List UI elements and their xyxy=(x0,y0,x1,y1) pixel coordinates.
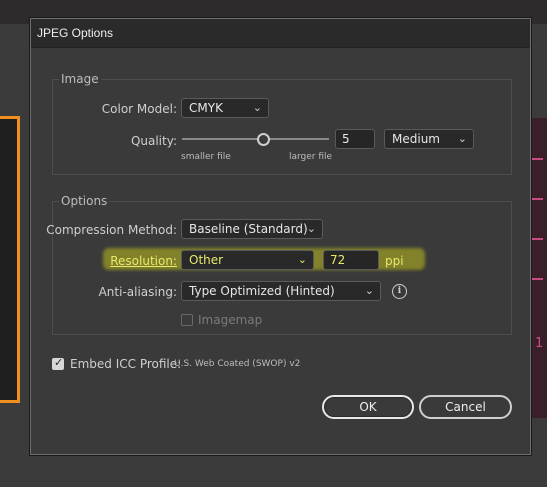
larger-file-label: larger file xyxy=(289,152,333,162)
background-artboard-left xyxy=(0,116,20,403)
embed-icc-label: Embed ICC Profile: xyxy=(70,357,182,371)
background-number: 1 xyxy=(535,336,544,351)
anti-aliasing-label: Anti-aliasing: xyxy=(98,285,177,299)
resolution-value: Other xyxy=(189,253,224,267)
color-model-value: CMYK xyxy=(189,101,223,115)
background-decoration xyxy=(529,278,543,280)
resolution-select[interactable]: Other ⌄ xyxy=(181,250,314,270)
cancel-button[interactable]: Cancel xyxy=(419,395,512,419)
chevron-down-icon: ⌄ xyxy=(252,101,262,114)
resolution-label: Resolution: xyxy=(110,254,177,268)
background-decoration xyxy=(529,198,543,200)
imagemap-checkbox[interactable] xyxy=(181,314,193,326)
chevron-down-icon: ⌄ xyxy=(457,132,467,145)
quality-slider-track[interactable] xyxy=(182,138,329,140)
background-decoration xyxy=(529,158,543,160)
color-model-select[interactable]: CMYK ⌄ xyxy=(181,98,269,118)
imagemap-label: Imagemap xyxy=(198,313,263,327)
quality-label: Quality: xyxy=(91,134,177,148)
background-decoration xyxy=(529,238,543,240)
quality-preset-value: Medium xyxy=(392,132,440,146)
smaller-file-label: smaller file xyxy=(181,152,231,162)
quality-label-text: Quality: xyxy=(130,134,177,148)
jpeg-options-dialog: JPEG Options Image Color Model: CMYK ⌄ Q… xyxy=(30,18,531,455)
image-group xyxy=(52,79,512,175)
ok-button[interactable]: OK xyxy=(322,395,414,419)
dialog-titlebar[interactable]: JPEG Options xyxy=(31,19,530,48)
color-model-label: Color Model: xyxy=(91,102,177,116)
compression-method-value: Baseline (Standard) xyxy=(189,222,308,236)
icc-profile-name: U.S. Web Coated (SWOP) v2 xyxy=(174,359,301,369)
options-group-label: Options xyxy=(59,194,110,208)
compression-method-select[interactable]: Baseline (Standard) ⌄ xyxy=(181,219,323,239)
image-group-label: Image xyxy=(59,72,101,86)
embed-icc-checkbox[interactable] xyxy=(52,356,64,370)
color-model-label-text: Color Model: xyxy=(101,102,177,116)
chevron-down-icon: ⌄ xyxy=(364,284,374,297)
compression-method-label: Compression Method: xyxy=(46,223,177,237)
quality-slider-thumb[interactable] xyxy=(256,133,270,146)
chevron-down-icon: ⌄ xyxy=(297,253,307,266)
ppi-unit-label: ppi xyxy=(385,254,404,268)
dialog-title: JPEG Options xyxy=(37,26,114,40)
resolution-ppi-input[interactable]: 72 xyxy=(323,250,379,270)
anti-aliasing-value: Type Optimized (Hinted) xyxy=(189,284,335,298)
chevron-down-icon: ⌄ xyxy=(306,222,316,235)
quality-preset-select[interactable]: Medium ⌄ xyxy=(384,129,474,149)
anti-aliasing-select[interactable]: Type Optimized (Hinted) ⌄ xyxy=(181,281,381,301)
info-icon[interactable]: i xyxy=(392,284,407,299)
quality-value-input[interactable]: 5 xyxy=(335,129,375,149)
